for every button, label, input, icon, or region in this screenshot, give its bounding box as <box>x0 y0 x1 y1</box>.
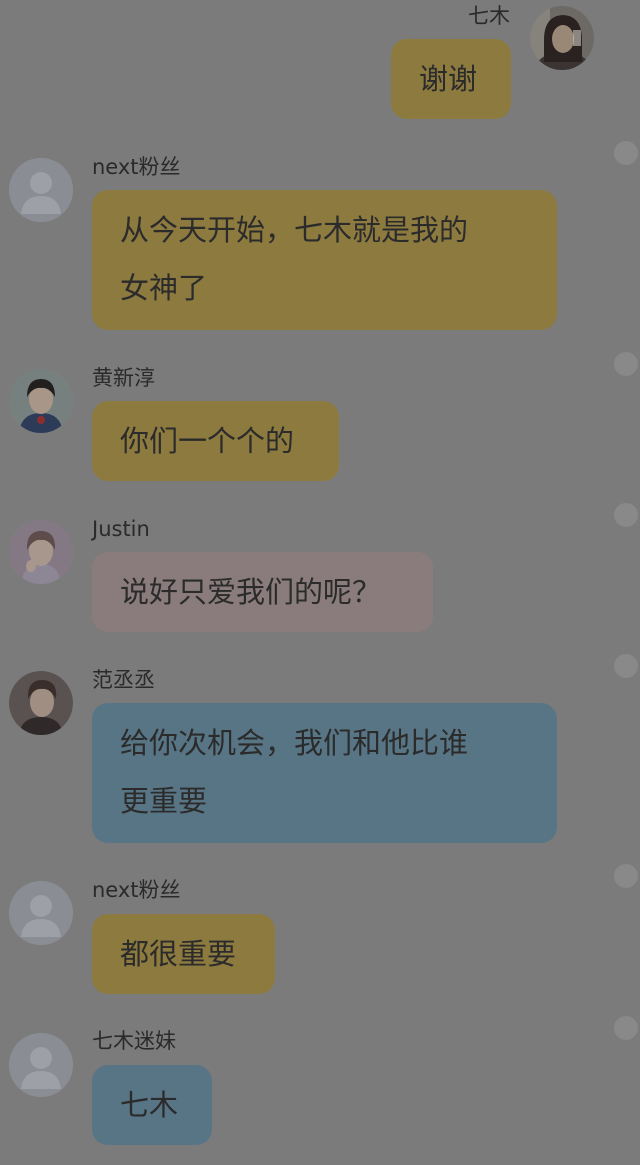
message-bubble[interactable]: 你们一个个的 <box>92 401 339 481</box>
message-bubble[interactable]: 给你次机会，我们和他比谁 更重要 <box>92 703 557 843</box>
man-avatar-photo-icon[interactable] <box>9 369 73 433</box>
sender-name: next粉丝 <box>92 155 181 179</box>
message-bubble[interactable]: 都很重要 <box>92 914 275 994</box>
message-bubble[interactable]: 说好只爱我们的呢？ <box>92 552 433 632</box>
message-status-dot <box>614 141 638 165</box>
message-text-line: 你们一个个的 <box>120 424 295 458</box>
sender-name: 范丞丞 <box>92 668 155 692</box>
sender-name: 黄新淳 <box>92 366 155 390</box>
woman-avatar-photo-icon[interactable] <box>530 6 594 70</box>
default-user-icon[interactable] <box>9 1033 73 1097</box>
man-avatar-photo-icon[interactable] <box>9 520 73 584</box>
message-text-line: 都很重要 <box>120 937 237 971</box>
sender-name: Justin <box>92 517 150 541</box>
message-bubble[interactable]: 谢谢 <box>391 39 511 119</box>
message-text-line: 从今天开始，七木就是我的 <box>120 213 469 247</box>
default-user-icon[interactable] <box>9 158 73 222</box>
message-status-dot <box>614 503 638 527</box>
chat-thread[interactable]: 七木 谢谢 next粉丝 从今天开始，七木就是我的 女神了 黄新淳 你们一个个的… <box>0 0 640 1165</box>
man-avatar-photo-icon[interactable] <box>9 671 73 735</box>
message-text-line: 谢谢 <box>419 62 478 96</box>
message-text-line: 七木 <box>120 1088 179 1122</box>
message-status-dot <box>614 864 638 888</box>
sender-name: next粉丝 <box>92 878 181 902</box>
message-status-dot <box>614 654 638 678</box>
message-text-line: 更重要 <box>120 784 208 818</box>
sender-name: 七木 <box>468 4 510 28</box>
sender-name: 七木迷妹 <box>92 1029 176 1053</box>
message-status-dot <box>614 1016 638 1040</box>
message-bubble[interactable]: 从今天开始，七木就是我的 女神了 <box>92 190 557 330</box>
message-bubble[interactable]: 七木 <box>92 1065 212 1145</box>
default-user-icon[interactable] <box>9 881 73 945</box>
message-text-line: 给你次机会，我们和他比谁 <box>120 726 469 760</box>
message-status-dot <box>614 352 638 376</box>
message-text-line: 说好只爱我们的呢？ <box>120 575 382 609</box>
message-text-line: 女神了 <box>120 271 208 305</box>
